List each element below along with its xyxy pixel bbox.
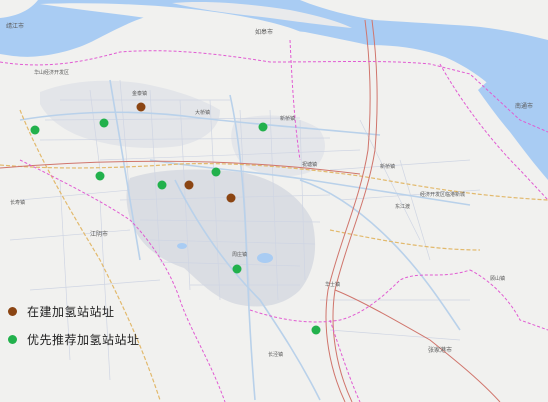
place-label-gushan: 顾山镇	[490, 275, 505, 282]
recommended-site-marker[interactable]: 优先推荐加氢站站址	[157, 180, 167, 190]
place-label-xinqiao2: 新桥镇	[380, 163, 395, 170]
recommended-site-marker[interactable]: 优先推荐加氢站站址	[99, 118, 109, 128]
place-label-jiangyin: 江阴市	[90, 230, 108, 238]
place-label-xinqiao: 新桥镇	[280, 115, 295, 122]
under-construction-site-marker[interactable]: 在建加氢站站址	[226, 193, 236, 203]
place-label-nantong: 南通市	[515, 102, 533, 110]
lake	[177, 243, 187, 249]
lake	[257, 253, 273, 263]
under-construction-site-marker[interactable]: 在建加氢站站址	[136, 102, 146, 112]
under-construction-site-marker[interactable]: 在建加氢站站址	[184, 180, 194, 190]
recommended-site-marker[interactable]: 优先推荐加氢站站址	[211, 167, 221, 177]
map-view[interactable]: 靖江市 如皋市 南通市 金泰镇 大桥镇 新桥镇 祝塘镇 江阴市 长寿镇 周庄镇 …	[0, 0, 548, 402]
place-label-jingjiang: 靖江市	[6, 22, 24, 30]
place-label-zhangjiagang: 张家港市	[428, 346, 452, 354]
recommended-site-marker[interactable]: 优先推荐加氢站站址	[95, 171, 105, 181]
recommended-site-marker[interactable]: 优先推荐加氢站站址	[232, 264, 242, 274]
place-label-changjing: 长泾镇	[268, 351, 283, 358]
place-label-dongjiangdu: 东江渡	[395, 203, 410, 210]
recommended-site-marker[interactable]: 优先推荐加氢站站址	[30, 125, 40, 135]
recommended-site-marker[interactable]: 优先推荐加氢站站址	[258, 122, 268, 132]
legend-item-recommended: 优先推荐加氢站站址	[8, 328, 140, 350]
place-label-zhouzhuang: 周庄镇	[232, 251, 247, 258]
map-legend: 在建加氢站站址 优先推荐加氢站站址	[8, 300, 140, 356]
legend-item-under-construction: 在建加氢站站址	[8, 300, 140, 322]
recommended-site-marker[interactable]: 优先推荐加氢站站址	[311, 325, 321, 335]
legend-green-dot-icon	[8, 334, 17, 344]
place-label-huashi: 华士镇	[325, 281, 340, 288]
place-label-daqiao: 大桥镇	[195, 109, 210, 116]
legend-brown-dot-icon	[8, 306, 17, 316]
place-label-jinwan: 金泰镇	[132, 90, 147, 97]
place-label-devzone: 华山经济开发区	[34, 69, 69, 76]
place-label-rugao: 如皋市	[255, 28, 273, 36]
legend-label-under-construction: 在建加氢站站址	[27, 304, 115, 319]
legend-label-recommended: 优先推荐加氢站站址	[27, 332, 140, 347]
place-label-industrial: 经济开发区临港新城	[420, 191, 465, 198]
place-label-zhutang: 祝塘镇	[302, 161, 317, 168]
place-label-changshou: 长寿镇	[10, 199, 25, 206]
